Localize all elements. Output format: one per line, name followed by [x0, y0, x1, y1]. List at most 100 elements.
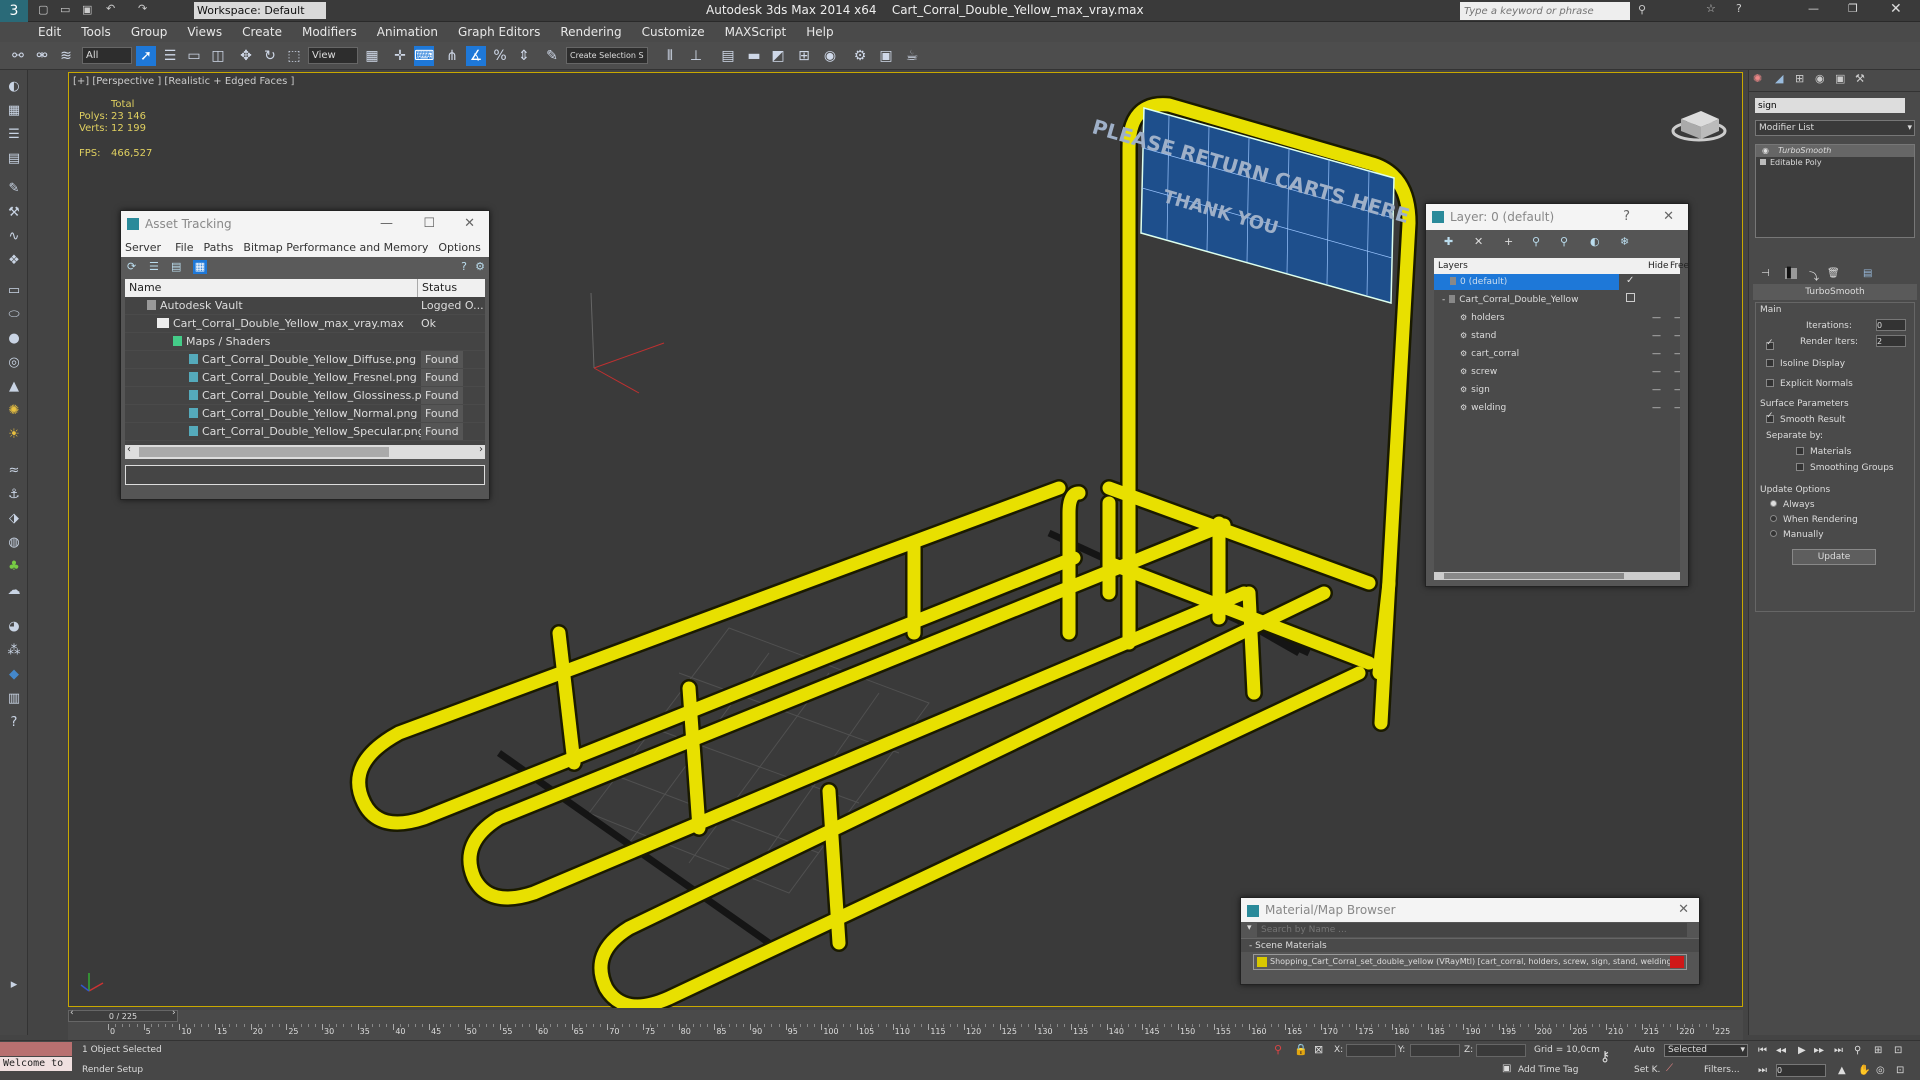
help-button[interactable]: ? [1623, 204, 1630, 230]
horizontal-scrollbar[interactable]: ‹ › [125, 444, 485, 459]
menu-tools[interactable]: Tools [81, 25, 111, 39]
checkbox-box[interactable] [1796, 463, 1804, 471]
menu-animation[interactable]: Animation [377, 25, 438, 39]
table-row[interactable]: Cart_Corral_Double_Yellow_Specular.png Fo… [125, 423, 485, 441]
go-to-start-icon[interactable]: ⏮ [1758, 1045, 1767, 1056]
active-layer-check-icon[interactable]: ✓ [1626, 275, 1634, 286]
save-icon[interactable]: ▣ [82, 3, 92, 16]
snaps-toggle-icon[interactable]: ⋔ [442, 46, 462, 66]
select-manipulate-icon[interactable]: ✛ [390, 46, 410, 66]
new-file-icon[interactable]: ▢ [38, 3, 48, 16]
help-icon[interactable]: ? [461, 260, 467, 273]
make-unique-icon[interactable]: ⤵ [1809, 268, 1819, 283]
render-iters-spinner[interactable] [1876, 335, 1906, 347]
close-icon[interactable]: ✕ [1663, 204, 1674, 230]
foliage-icon[interactable]: ♣ [5, 558, 23, 576]
maximize-icon[interactable]: ❐ [1848, 2, 1858, 15]
col-freeze-header[interactable]: Free [1670, 258, 1689, 274]
radio-dot[interactable] [1770, 500, 1777, 507]
sphere-render-icon[interactable]: ◕ [5, 618, 23, 636]
freeze-toggle[interactable]: — [1674, 345, 1680, 362]
checkbox-box[interactable] [1766, 359, 1774, 367]
keyboard-shortcut-override-icon[interactable]: ⌨ [414, 46, 434, 66]
asset-path-field[interactable] [125, 465, 485, 485]
render-iters-checkbox[interactable] [1766, 338, 1774, 350]
menu-file[interactable]: File [175, 241, 193, 254]
table-row[interactable]: Cart_Corral_Double_Yellow_max_vray.max Ok [125, 315, 485, 333]
menu-options[interactable]: Options [438, 241, 480, 254]
layer-row-default[interactable]: 0 (default) [1434, 274, 1619, 291]
unlink-icon[interactable]: ⚮ [32, 46, 52, 66]
stack-item-editable-poly[interactable]: Editable Poly [1756, 157, 1914, 169]
checkbox-box[interactable] [1796, 447, 1804, 455]
hide-toggle[interactable]: — [1652, 399, 1661, 416]
spinner-snap-icon[interactable]: ⇕ [514, 46, 534, 66]
time-tag-icon[interactable]: ▣ [1502, 1063, 1511, 1074]
table-row[interactable]: Cart_Corral_Double_Yellow_Diffuse.png Fou… [125, 351, 485, 369]
viewcube-icon[interactable] [1671, 111, 1727, 142]
list-view-icon[interactable]: ☰ [149, 260, 159, 273]
freeze-toggle[interactable]: — [1674, 363, 1680, 380]
utilities-tab-icon[interactable]: ⚒ [1855, 72, 1865, 85]
stack-item-turbosmooth[interactable]: ◉ TurboSmooth [1756, 145, 1914, 157]
sphere-primitive-icon[interactable]: ● [5, 330, 23, 348]
zoom-all-icon[interactable]: ⊞ [1874, 1045, 1882, 1056]
col-layers-header[interactable]: Layers [1438, 258, 1468, 274]
scrollbar-thumb[interactable] [139, 447, 389, 457]
horizontal-scrollbar[interactable] [1434, 572, 1680, 580]
y-coord-field[interactable] [1410, 1044, 1460, 1057]
freeze-toggle[interactable]: — [1674, 399, 1680, 416]
window-crossing-icon[interactable]: ◫ [208, 46, 228, 66]
viewport-tool-icon[interactable]: ◐ [5, 78, 23, 96]
zoom-icon[interactable]: ⚲ [1854, 1045, 1861, 1056]
select-move-icon[interactable]: ✥ [236, 46, 256, 66]
maximize-icon[interactable]: ☐ [423, 211, 435, 237]
material-editor-icon[interactable]: ◉ [820, 46, 840, 66]
scatter-tool-icon[interactable]: ⁂ [5, 642, 23, 660]
x-coord-field[interactable] [1346, 1044, 1396, 1057]
menu-rendering[interactable]: Rendering [560, 25, 621, 39]
cone-primitive-icon[interactable]: ▲ [5, 378, 23, 396]
menu-maxscript[interactable]: MAXScript [725, 25, 787, 39]
layer-row-object[interactable]: ⚙holders — — [1434, 309, 1680, 327]
asset-tracking-titlebar[interactable]: Asset Tracking — ☐ ✕ [121, 211, 489, 237]
angle-snap-icon[interactable]: ∡ [466, 46, 486, 66]
always-radio[interactable]: Always [1770, 500, 1815, 510]
layer-row-cart-corral[interactable]: - Cart_Corral_Double_Yellow [1434, 291, 1680, 309]
sculpt-tool-icon[interactable]: ⚒ [5, 204, 23, 222]
help-circle-icon[interactable]: ? [5, 714, 23, 732]
material-item[interactable]: Shopping_Cart_Corral_set_double_yellow (… [1253, 954, 1687, 970]
z-coord-field[interactable] [1476, 1044, 1526, 1057]
freeze-toggle[interactable]: — [1674, 327, 1680, 344]
layer-row-object[interactable]: ⚙stand — — [1434, 327, 1680, 345]
auto-key-button[interactable]: Auto [1634, 1045, 1655, 1055]
menu-modifiers[interactable]: Modifiers [302, 25, 357, 39]
curve-editor-icon[interactable]: ◩ [768, 46, 788, 66]
hide-all-icon[interactable]: ◐ [1590, 235, 1600, 248]
settings-icon[interactable]: ⚙ [475, 260, 485, 273]
hierarchy-tab-icon[interactable]: ⊞ [1795, 72, 1804, 85]
lock-selection-icon[interactable]: 🔒 [1294, 1043, 1308, 1056]
search-options-icon[interactable]: ▾ [1247, 923, 1252, 933]
material-browser-titlebar[interactable]: Material/Map Browser ✕ [1241, 898, 1699, 922]
col-name-header[interactable]: Name [129, 279, 161, 297]
light-icon[interactable]: ✺ [5, 402, 23, 420]
lightbulb-icon[interactable]: ◉ [1762, 145, 1769, 157]
table-row[interactable]: Cart_Corral_Double_Yellow_Glossiness.png… [125, 387, 485, 405]
menu-create[interactable]: Create [242, 25, 282, 39]
key-mode-toggle-icon[interactable]: ⏭ [1758, 1065, 1767, 1076]
listener-top-field[interactable] [0, 1042, 72, 1056]
show-end-result-icon[interactable]: ▌ [1785, 268, 1797, 279]
configure-sets-icon[interactable]: ▤ [1863, 268, 1872, 279]
edit-named-selection-icon[interactable]: ✎ [542, 46, 562, 66]
camera-tool-icon[interactable]: ◆ [5, 666, 23, 684]
mirror-icon[interactable]: ⫴ [660, 46, 680, 66]
app-logo-icon[interactable]: 3 [0, 0, 28, 22]
freeze-toggle[interactable]: — [1674, 381, 1680, 398]
star-icon[interactable]: ☆ [1706, 2, 1716, 15]
material-search-input[interactable] [1257, 923, 1687, 937]
redo-icon[interactable]: ↷ [138, 2, 147, 15]
close-icon[interactable]: ✕ [464, 211, 475, 237]
workspace-dropdown[interactable]: Workspace: Default [194, 2, 326, 19]
checkbox-box[interactable] [1766, 379, 1774, 387]
